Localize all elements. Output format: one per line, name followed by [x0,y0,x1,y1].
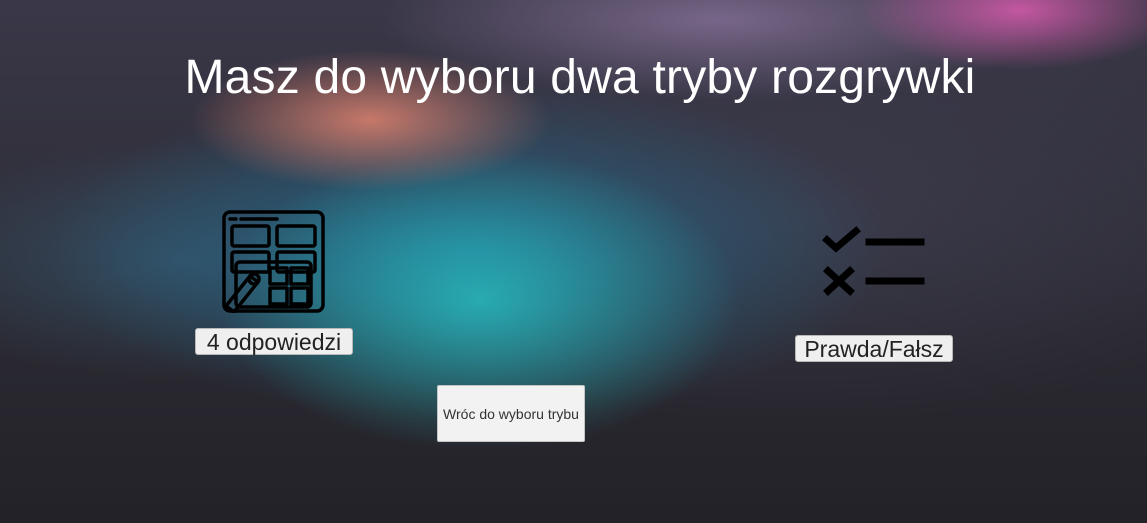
true-false-button[interactable]: Prawda/Fałsz [795,335,953,362]
four-answers-button[interactable]: 4 odpowiedzi [195,328,353,355]
checklist-true-false-icon[interactable] [820,225,928,297]
back-to-mode-select-button[interactable]: Wróc do wyboru trybu [437,385,585,442]
grid-pencil-icon[interactable] [222,210,325,313]
page-title: Masz do wyboru dwa tryby rozgrywki [184,51,976,104]
